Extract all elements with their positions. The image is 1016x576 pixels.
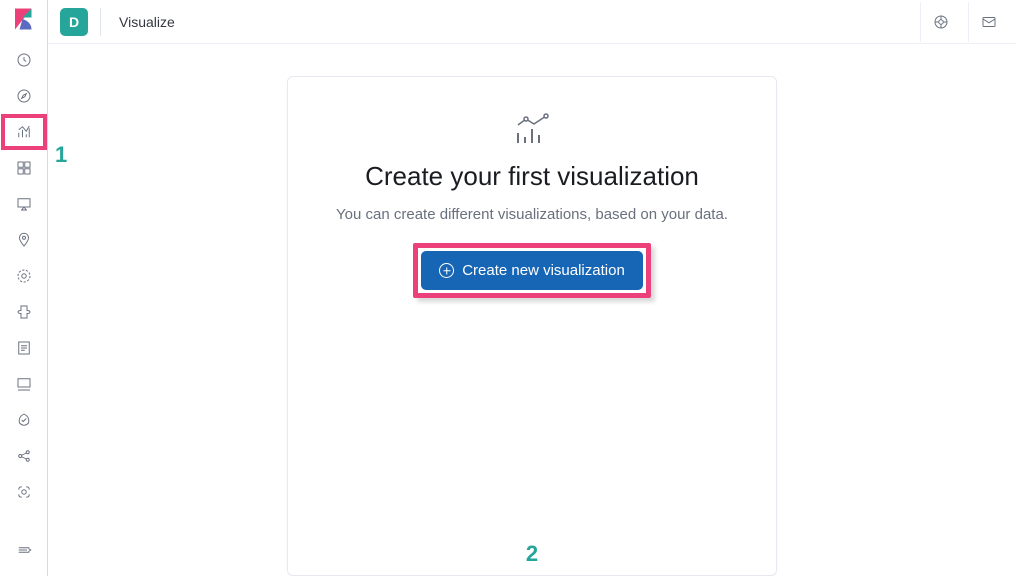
topbar: D Visualize xyxy=(48,0,1016,44)
create-new-visualization-button[interactable]: Create new visualization xyxy=(421,251,643,290)
visualize-illustration-icon xyxy=(510,109,554,153)
nav-collapse[interactable] xyxy=(1,532,47,568)
pin-icon xyxy=(15,231,33,249)
dashboard-icon xyxy=(15,159,33,177)
nav-monitoring[interactable] xyxy=(1,474,47,510)
uptime-icon xyxy=(15,411,33,429)
space-selector[interactable]: D xyxy=(60,8,88,36)
infra-icon xyxy=(15,303,33,321)
siem-icon xyxy=(15,447,33,465)
nav-recently-viewed[interactable] xyxy=(1,42,47,78)
help-button[interactable] xyxy=(920,2,960,42)
nav-ml[interactable] xyxy=(1,258,47,294)
newsfeed-button[interactable] xyxy=(968,2,1008,42)
apm-icon xyxy=(15,375,33,393)
nav-dashboard[interactable] xyxy=(1,150,47,186)
nav-discover[interactable] xyxy=(1,78,47,114)
nav-uptime[interactable] xyxy=(1,402,47,438)
bar-chart-icon xyxy=(15,123,33,141)
nav-logs[interactable] xyxy=(1,330,47,366)
breadcrumb[interactable]: Visualize xyxy=(119,14,175,30)
compass-icon xyxy=(15,87,33,105)
annotation-2: 2 xyxy=(526,541,538,567)
collapse-icon xyxy=(15,541,33,559)
plus-circle-icon xyxy=(439,263,454,278)
nav-siem[interactable] xyxy=(1,438,47,474)
empty-state-card: Create your first visualization You can … xyxy=(287,76,777,576)
sidebar xyxy=(0,0,48,576)
annotation-1: 1 xyxy=(55,142,67,168)
monitoring-icon xyxy=(15,483,33,501)
card-title: Create your first visualization xyxy=(365,161,699,192)
ml-icon xyxy=(15,267,33,285)
kibana-logo[interactable] xyxy=(9,4,39,34)
clock-icon xyxy=(15,51,33,69)
create-button-label: Create new visualization xyxy=(462,262,625,279)
help-icon xyxy=(932,13,950,31)
nav-apm[interactable] xyxy=(1,366,47,402)
card-subtitle: You can create different visualizations,… xyxy=(336,206,728,223)
content-area: 1 Create your first visualization You ca… xyxy=(48,44,1016,576)
nav-infrastructure[interactable] xyxy=(1,294,47,330)
nav-canvas[interactable] xyxy=(1,186,47,222)
nav-visualize[interactable] xyxy=(1,114,47,150)
nav-maps[interactable] xyxy=(1,222,47,258)
canvas-icon xyxy=(15,195,33,213)
logs-icon xyxy=(15,339,33,357)
divider xyxy=(100,8,101,36)
mail-icon xyxy=(980,13,998,31)
